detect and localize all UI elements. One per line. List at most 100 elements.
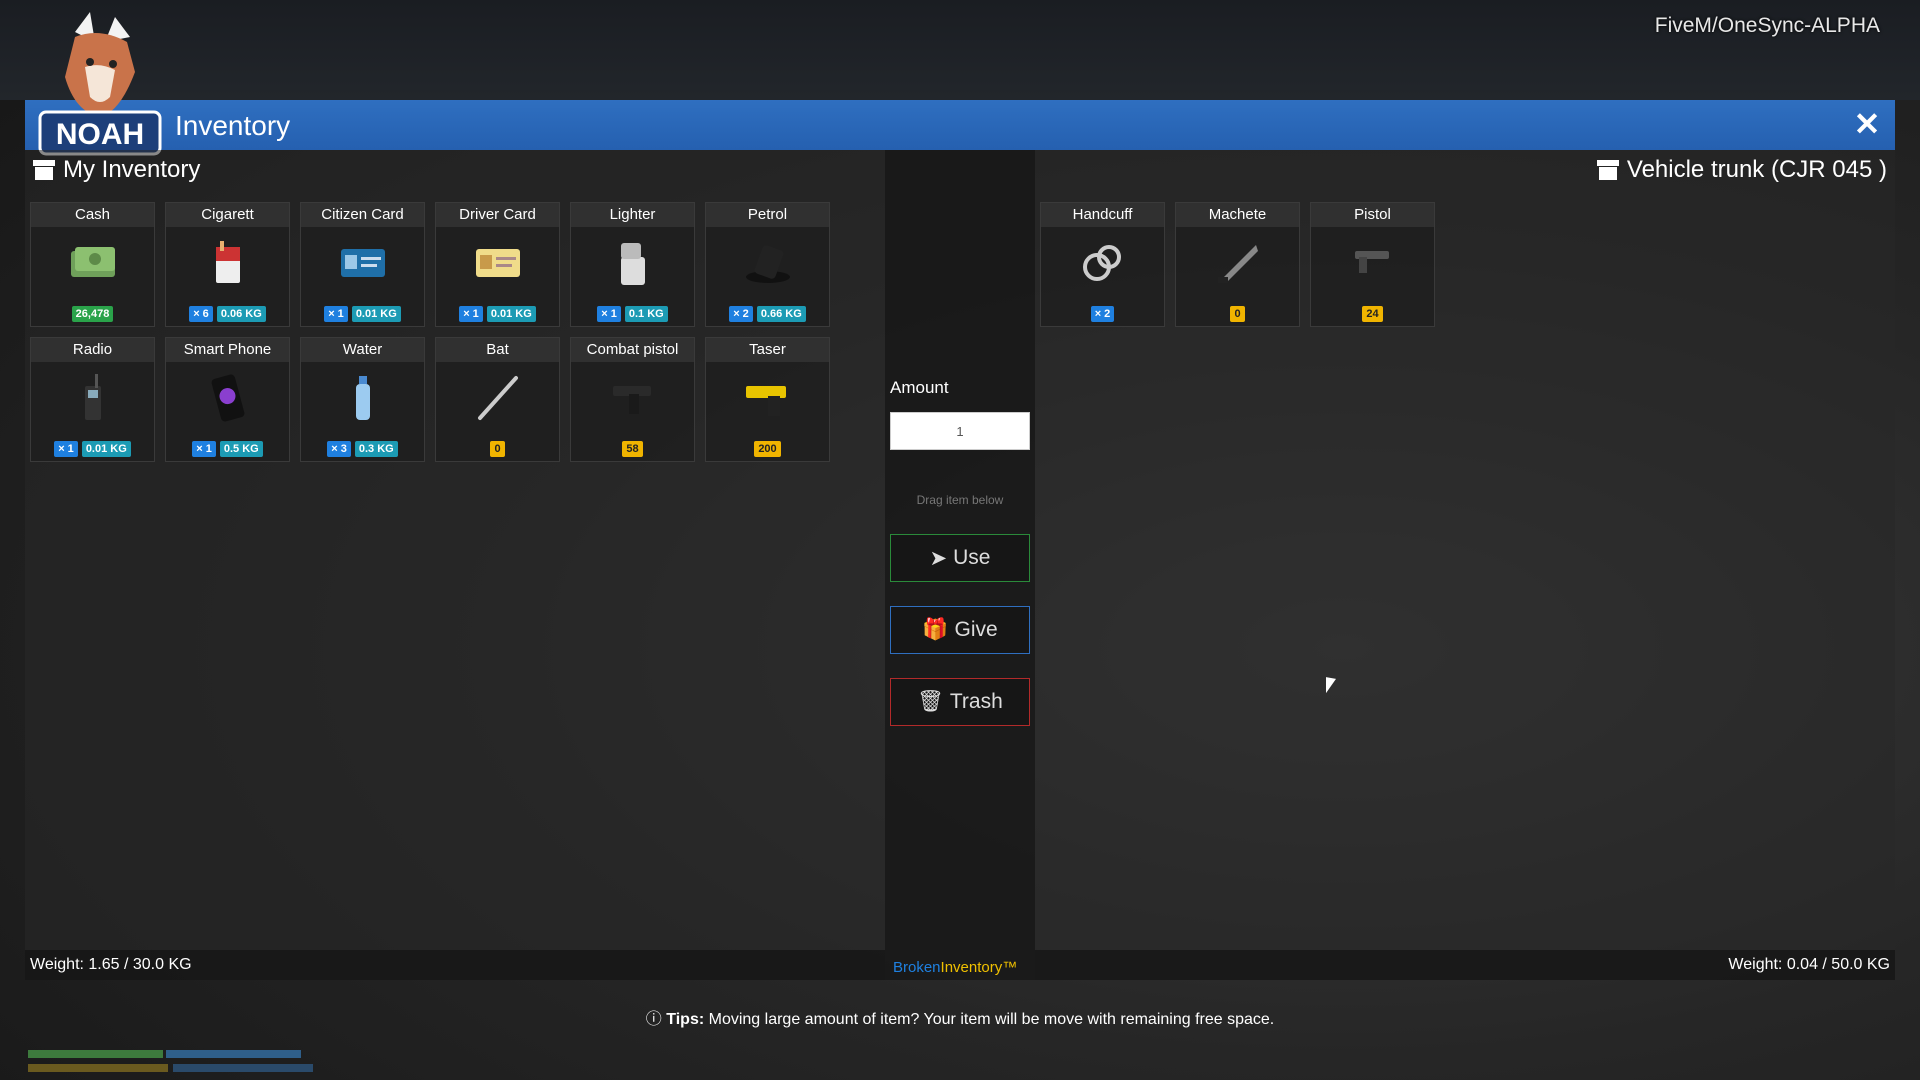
info-icon: ⓘ <box>645 1011 662 1028</box>
tips-label: Tips: <box>666 1011 705 1028</box>
count-badge: × 1 <box>459 306 483 322</box>
window-title: Inventory <box>175 110 291 141</box>
my-inventory-pane: My Inventory Cash 26,478 Cigarett × 6 0.06 K… <box>25 150 885 980</box>
count-badge: × 1 <box>54 441 78 457</box>
taser-icon <box>742 372 794 424</box>
brand-label: BrokenInventory™ <box>893 959 1017 976</box>
item-name: Handcuff <box>1041 203 1164 227</box>
weight-badge: 0.01 KG <box>351 306 401 322</box>
item-name: Smart Phone <box>166 338 289 362</box>
bat-icon <box>472 372 524 424</box>
item-name: Cigarett <box>166 203 289 227</box>
inventory-slot[interactable]: Pistol 24 <box>1310 202 1435 327</box>
trash-icon: 🗑 <box>917 690 944 713</box>
inventory-window: Inventory ✕ NOAH My Inventory Cash 26,478… <box>25 12 1895 980</box>
count-badge: × 2 <box>1090 306 1115 322</box>
ammo-badge: 0 <box>490 441 505 457</box>
ammo-badge: 200 <box>754 441 781 457</box>
item-badges: × 6 0.06 KG <box>166 306 289 322</box>
water-bottle-icon <box>337 372 389 424</box>
amount-input[interactable] <box>890 412 1030 450</box>
weight-badge: 0.01 KG <box>486 306 536 322</box>
give-button[interactable]: 🎁 Give <box>890 606 1030 654</box>
titlebar: Inventory ✕ <box>25 100 1895 150</box>
inventory-slot[interactable]: Citizen Card × 1 0.01 KG <box>300 202 425 327</box>
item-badges: 0 <box>1176 306 1299 322</box>
tips-bar: ⓘ Tips: Moving large amount of item? You… <box>0 1005 1920 1029</box>
handcuff-icon <box>1077 237 1129 289</box>
driver-card-icon <box>472 237 524 289</box>
radio-icon <box>67 372 119 424</box>
inventory-slot[interactable]: Cigarett × 6 0.06 KG <box>165 202 290 327</box>
action-pane: Amount Drag item below ➤ Use 🎁 Give 🗑 Tr… <box>885 150 1035 980</box>
inventory-slot[interactable]: Radio × 1 0.01 KG <box>30 337 155 462</box>
pointer-icon: ➤ <box>929 546 948 570</box>
drag-hint: Drag item below <box>916 493 1004 507</box>
inventory-slot[interactable]: Driver Card × 1 0.01 KG <box>435 202 560 327</box>
count-badge: × 1 <box>597 306 621 322</box>
archive-icon <box>33 160 55 180</box>
item-name: Lighter <box>571 203 694 227</box>
item-badges: × 1 0.1 KG <box>571 306 694 322</box>
item-badges: × 1 0.01 KG <box>31 441 154 457</box>
item-badges: × 2 <box>1041 306 1164 322</box>
give-label: Give <box>954 618 998 641</box>
item-name: Driver Card <box>436 203 559 227</box>
count-badge: × 2 <box>729 306 753 322</box>
inventory-slot[interactable]: Combat pistol 58 <box>570 337 695 462</box>
ammo-badge: 0 <box>1230 306 1245 322</box>
item-name: Water <box>301 338 424 362</box>
hunger-bar <box>28 1064 168 1072</box>
health-bar <box>28 1050 163 1058</box>
inventory-slot[interactable]: Water × 3 0.3 KG <box>300 337 425 462</box>
item-badges: 0 <box>436 441 559 457</box>
inventory-slot[interactable]: Bat 0 <box>435 337 560 462</box>
amount-label: Amount <box>890 378 949 397</box>
item-name: Bat <box>436 338 559 362</box>
my-inventory-title: My Inventory <box>33 156 200 184</box>
inventory-slot[interactable]: Machete 0 <box>1175 202 1300 327</box>
brand-part-a: Broken <box>893 959 941 976</box>
item-badges: 58 <box>571 441 694 457</box>
petrol-icon <box>742 237 794 289</box>
weight-badge: 0.66 KG <box>756 306 806 322</box>
count-badge: × 1 <box>192 441 216 457</box>
count-badge: × 3 <box>327 441 351 457</box>
brand-part-b: Inventory™ <box>940 959 1018 976</box>
id-card-icon <box>337 237 389 289</box>
trash-button[interactable]: 🗑 Trash <box>890 678 1030 726</box>
trash-label: Trash <box>949 690 1003 713</box>
item-name: Machete <box>1176 203 1299 227</box>
inventory-slot[interactable]: Lighter × 1 0.1 KG <box>570 202 695 327</box>
machete-icon <box>1212 237 1264 289</box>
server-label: FiveM/OneSync-ALPHA <box>1654 14 1880 37</box>
vehicle-trunk-label: Vehicle trunk (CJR 045 ) <box>1626 156 1887 183</box>
inventory-slot[interactable]: Petrol × 2 0.66 KG <box>705 202 830 327</box>
phone-icon <box>202 372 254 424</box>
svg-text:NOAH: NOAH <box>56 118 144 151</box>
item-name: Pistol <box>1311 203 1434 227</box>
cigarette-icon <box>202 237 254 289</box>
inventory-slot[interactable]: Smart Phone × 1 0.5 KG <box>165 337 290 462</box>
item-name: Combat pistol <box>571 338 694 362</box>
close-icon[interactable]: ✕ <box>1851 108 1883 140</box>
item-name: Cash <box>31 203 154 227</box>
item-name: Petrol <box>706 203 829 227</box>
my-inventory-grid: Cash 26,478 Cigarett × 6 0.06 KG Citizen Card… <box>30 202 830 462</box>
mouse-cursor-icon <box>1326 677 1336 695</box>
money-badge: 26,478 <box>71 306 114 322</box>
wolf-logo: NOAH <box>38 12 162 156</box>
item-badges: × 1 0.5 KG <box>166 441 289 457</box>
item-badges: 200 <box>706 441 829 457</box>
weight-badge: 0.06 KG <box>216 306 266 322</box>
count-badge: × 1 <box>324 306 348 322</box>
thirst-bar <box>173 1064 313 1072</box>
pistol-icon <box>1347 237 1399 289</box>
use-button[interactable]: ➤ Use <box>890 534 1030 582</box>
item-badges: × 1 0.01 KG <box>301 306 424 322</box>
inventory-slot[interactable]: Cash 26,478 <box>30 202 155 327</box>
inventory-slot[interactable]: Taser 200 <box>705 337 830 462</box>
inventory-slot[interactable]: Handcuff × 2 <box>1040 202 1165 327</box>
ammo-badge: 58 <box>622 441 643 457</box>
game-background-top <box>0 0 1920 100</box>
